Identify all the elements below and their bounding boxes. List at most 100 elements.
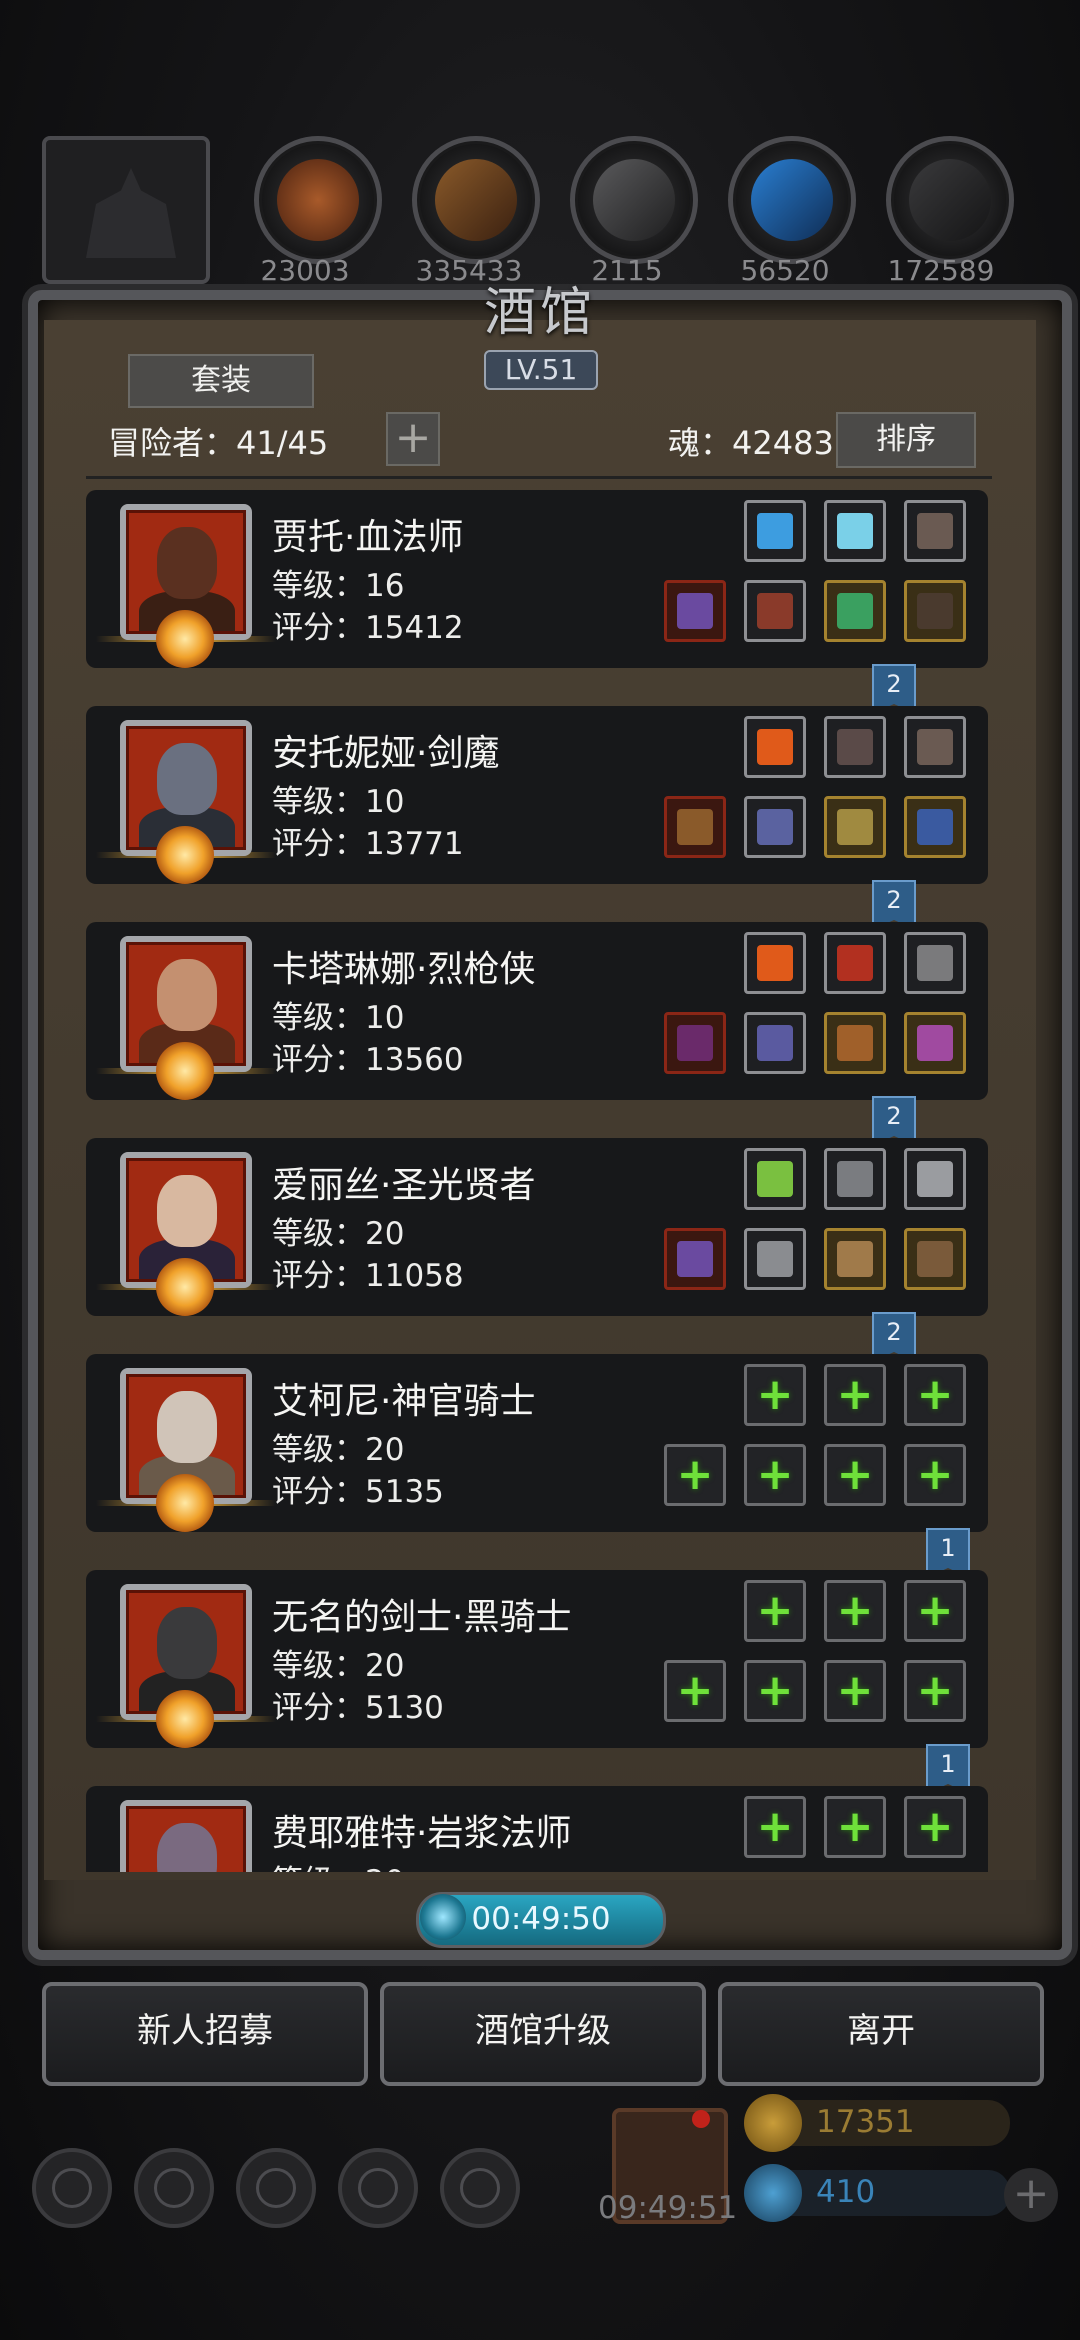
empty-equip-slot[interactable]: +	[904, 1444, 966, 1506]
stone-resource-icon[interactable]	[886, 136, 1014, 264]
equip-slot[interactable]	[744, 796, 806, 858]
hero-card[interactable]: 爱丽丝·圣光贤者 等级：20 评分：11058	[86, 1138, 988, 1316]
equip-slot[interactable]	[904, 1148, 966, 1210]
empty-equip-slot[interactable]: +	[824, 1444, 886, 1506]
equip-slot[interactable]	[824, 1012, 886, 1074]
add-currency-button[interactable]: +	[1004, 2168, 1058, 2222]
hero-score: 评分：5130	[272, 1690, 444, 1726]
empty-equip-slot[interactable]: +	[824, 1796, 886, 1858]
equip-slot[interactable]	[744, 1148, 806, 1210]
equip-slot[interactable]	[744, 716, 806, 778]
hero-list[interactable]: 贾托·血法师 等级：16 评分：15412 2 安托妮娅·剑魔 等级：10 评分：13771…	[86, 490, 992, 1872]
equip-slot[interactable]	[824, 932, 886, 994]
upgrade-tavern-button[interactable]: 酒馆升级	[380, 1982, 706, 2086]
notification-dot	[692, 2110, 710, 2128]
equip-slot[interactable]	[904, 580, 966, 642]
hero-card[interactable]: 安托妮娅·剑魔 等级：10 评分：13771	[86, 706, 988, 884]
sun-rank-icon	[156, 1690, 214, 1748]
battle-icon[interactable]	[440, 2148, 520, 2228]
leave-button[interactable]: 离开	[718, 1982, 1044, 2086]
resource-count: 56520	[740, 254, 830, 287]
iron-resource-icon[interactable]	[570, 136, 698, 264]
empty-equip-slot[interactable]: +	[664, 1444, 726, 1506]
empty-equip-slot[interactable]: +	[904, 1580, 966, 1642]
equip-slot[interactable]	[744, 580, 806, 642]
gem-icon	[744, 2164, 802, 2222]
gold-icon	[744, 2094, 802, 2152]
equip-slot[interactable]	[824, 796, 886, 858]
hero-level: 等级：20	[272, 1432, 405, 1468]
player-portrait[interactable]	[42, 136, 210, 284]
gem-value: 410	[816, 2174, 876, 2210]
wood-resource-icon[interactable]	[412, 136, 540, 264]
equip-slot[interactable]	[744, 500, 806, 562]
meat-resource-icon[interactable]	[254, 136, 382, 264]
equip-slot[interactable]	[904, 1012, 966, 1074]
equip-slot[interactable]	[744, 1228, 806, 1290]
equip-slot[interactable]	[904, 932, 966, 994]
hero-card[interactable]: 费耶雅特·岩浆法师等级：20+++++++	[86, 1786, 988, 1872]
equip-slot[interactable]	[824, 500, 886, 562]
equip-slot[interactable]	[744, 932, 806, 994]
hero-score: 评分：13560	[272, 1042, 464, 1078]
resource-count: 23003	[260, 254, 350, 287]
hero-icon[interactable]	[236, 2148, 316, 2228]
hero-card[interactable]: 卡塔琳娜·烈枪侠等级：10 评分：13560	[86, 922, 988, 1100]
hero-avatar[interactable]	[120, 1800, 252, 1872]
mail-icon[interactable]	[338, 2148, 418, 2228]
equip-slot[interactable]	[664, 1228, 726, 1290]
equip-slot[interactable]	[904, 796, 966, 858]
equip-slot[interactable]	[904, 500, 966, 562]
hero-score: 评分：15412	[272, 610, 464, 646]
hero-name: 贾托·血法师	[272, 517, 464, 558]
gift-timer: 09:49:51	[598, 2190, 738, 2226]
equip-slot[interactable]	[664, 1012, 726, 1074]
equip-slot[interactable]	[824, 716, 886, 778]
hero-level: 等级：16	[272, 568, 405, 604]
empty-equip-slot[interactable]: +	[824, 1364, 886, 1426]
soul-count: 魂：42483	[668, 424, 834, 462]
crystal-resource-icon[interactable]	[728, 136, 856, 264]
sun-rank-icon	[156, 826, 214, 884]
empty-equip-slot[interactable]: +	[824, 1580, 886, 1642]
settings-icon[interactable]	[32, 2148, 112, 2228]
sun-rank-icon	[156, 1258, 214, 1316]
equip-slot[interactable]	[824, 1228, 886, 1290]
equip-slot[interactable]	[744, 1012, 806, 1074]
hero-level: 等级：20	[272, 1856, 404, 1872]
hero-card[interactable]: 贾托·血法师等级：16 评分：15412	[86, 490, 988, 668]
equip-slot[interactable]	[824, 1148, 886, 1210]
empty-equip-slot[interactable]: +	[904, 1660, 966, 1722]
hero-name: 爱丽丝·圣光贤者	[272, 1165, 536, 1206]
recruit-button[interactable]: 新人招募	[42, 1982, 368, 2086]
equip-slot[interactable]	[664, 580, 726, 642]
empty-equip-slot[interactable]: +	[744, 1364, 806, 1426]
empty-equip-slot[interactable]: +	[824, 1660, 886, 1722]
equip-slot[interactable]	[904, 716, 966, 778]
equip-slot[interactable]	[824, 580, 886, 642]
hero-score: 评分：11058	[272, 1258, 464, 1294]
empty-equip-slot[interactable]: +	[744, 1444, 806, 1506]
empty-equip-slot[interactable]: +	[744, 1580, 806, 1642]
sort-button[interactable]: 排序	[836, 412, 976, 468]
star-icon[interactable]	[134, 2148, 214, 2228]
hero-card[interactable]: 无名的剑士·黑骑士 等级：20 评分：5130 + + + + + + +	[86, 1570, 988, 1748]
resource-count: 172589	[887, 254, 995, 287]
hero-name: 安托妮娅·剑魔	[272, 733, 500, 774]
hero-card[interactable]: 艾柯尼·神官骑士 等级：20 评分：5135 + + + + + + +	[86, 1354, 988, 1532]
empty-equip-slot[interactable]: +	[904, 1796, 966, 1858]
tavern-level: LV.51	[484, 350, 598, 390]
add-slot-button[interactable]: +	[386, 412, 440, 466]
empty-equip-slot[interactable]: +	[904, 1364, 966, 1426]
equip-slot[interactable]	[664, 796, 726, 858]
hero-name: 卡塔琳娜·烈枪侠	[272, 949, 536, 990]
empty-equip-slot[interactable]: +	[744, 1660, 806, 1722]
empty-equip-slot[interactable]: +	[664, 1660, 726, 1722]
hero-level: 等级：10	[272, 1000, 405, 1036]
hero-name: 艾柯尼·神官骑士	[272, 1381, 536, 1422]
hero-level: 等级：10	[272, 784, 405, 820]
equip-slot[interactable]	[904, 1228, 966, 1290]
empty-equip-slot[interactable]: +	[744, 1796, 806, 1858]
adventurer-count: 冒险者：41/45	[108, 424, 329, 462]
suit-button[interactable]: 套装	[128, 354, 314, 408]
